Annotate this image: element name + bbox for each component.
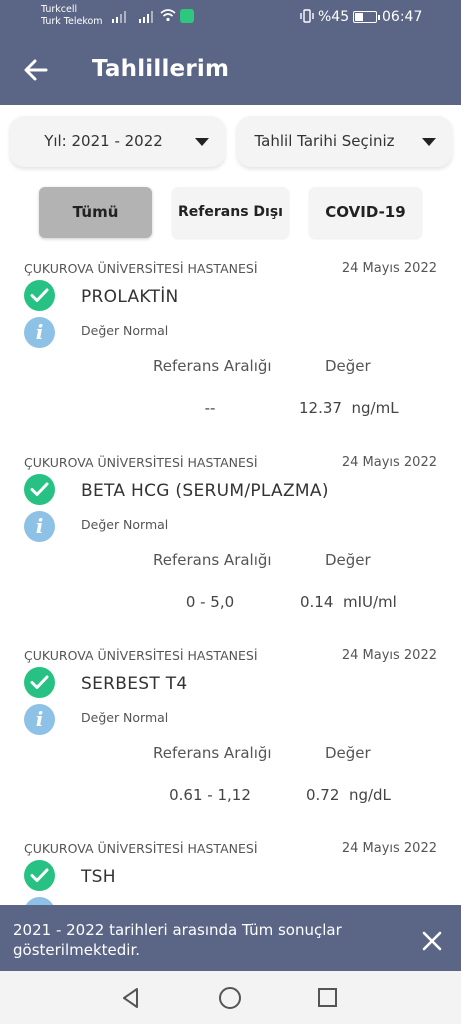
result-value: 0.14 mIU/ml [300, 593, 397, 611]
value-unit: mIU/ml [342, 593, 397, 611]
signal-2-icon [139, 9, 153, 23]
page-title: Tahlillerim [92, 56, 230, 82]
check-circle-icon [24, 474, 55, 505]
carrier-1: Turkcell [41, 4, 78, 15]
info-icon[interactable]: i [24, 317, 55, 348]
nav-recent-icon[interactable] [318, 988, 337, 1007]
result-card[interactable]: ÇUKUROVA ÜNİVERSİTESİ HASTANESİ 24 Mayıs… [0, 841, 461, 905]
value-number: 0.72 [306, 786, 340, 804]
value-unit: ng/mL [351, 399, 399, 417]
nav-home-icon[interactable] [219, 987, 241, 1009]
reference-range-label: Referans Aralığı [153, 357, 272, 375]
year-select-label: Yıl: 2021 - 2022 [44, 132, 163, 150]
test-name: PROLAKTİN [81, 287, 179, 307]
reference-range-value: 0.61 - 1,12 [169, 786, 251, 804]
result-card[interactable]: ÇUKUROVA ÜNİVERSİTESİ HASTANESİ 24 Mayıs… [0, 455, 461, 649]
info-snackbar: 2021 - 2022 tarihleri arasında Tüm sonuç… [0, 905, 461, 971]
result-card[interactable]: ÇUKUROVA ÜNİVERSİTESİ HASTANESİ 24 Mayıs… [0, 648, 461, 842]
value-unit: ng/dL [348, 786, 391, 804]
value-number: 0.14 [300, 593, 334, 611]
check-circle-icon [24, 860, 55, 891]
result-value: 0.72 ng/dL [306, 786, 391, 804]
signal-icon [112, 9, 126, 23]
result-date: 24 Mayıs 2022 [341, 841, 437, 856]
info-icon[interactable]: i [24, 704, 55, 735]
app-header: Tahlillerim [0, 34, 461, 105]
tab-out-of-range[interactable]: Referans Dışı [172, 187, 289, 238]
value-label: Değer [325, 551, 371, 569]
reference-range-label: Referans Aralığı [153, 744, 272, 762]
system-nav-bar [0, 971, 461, 1024]
info-icon[interactable]: i [24, 511, 55, 542]
hospital-name: ÇUKUROVA ÜNİVERSİTESİ HASTANESİ [24, 648, 258, 663]
value-label: Değer [325, 744, 371, 762]
carrier-names: Turkcell Turk Telekom [41, 4, 103, 28]
date-select-label: Tahlil Tarihi Seçiniz [254, 132, 395, 150]
caret-down-icon [422, 138, 436, 146]
info-icon[interactable] [24, 897, 55, 905]
result-date: 24 Mayıs 2022 [341, 261, 437, 276]
carrier-2: Turk Telekom [41, 16, 103, 27]
result-date: 24 Mayıs 2022 [341, 648, 437, 663]
date-select[interactable]: Tahlil Tarihi Seçiniz [237, 116, 452, 167]
hospital-name: ÇUKUROVA ÜNİVERSİTESİ HASTANESİ [24, 261, 258, 276]
value-label: Değer [325, 357, 371, 375]
snackbar-message: 2021 - 2022 tarihleri arasında Tüm sonuç… [13, 921, 342, 959]
result-date: 24 Mayıs 2022 [341, 455, 437, 470]
test-name: BETA HCG (SERUM/PLAZMA) [81, 481, 329, 501]
reference-range-value: 0 - 5,0 [185, 593, 235, 611]
year-select[interactable]: Yıl: 2021 - 2022 [10, 116, 225, 167]
value-number: 12.37 [299, 399, 342, 417]
result-status: Değer Normal [81, 323, 169, 338]
result-card[interactable]: ÇUKUROVA ÜNİVERSİTESİ HASTANESİ 24 Mayıs… [0, 261, 461, 455]
check-circle-icon [24, 667, 55, 698]
vibrate-icon [300, 9, 314, 23]
result-status: Değer Normal [81, 710, 169, 725]
result-status: Değer Normal [81, 517, 169, 532]
reference-range-label: Referans Aralığı [153, 551, 272, 569]
back-arrow-icon[interactable] [20, 54, 52, 86]
reference-range-value: -- [204, 399, 216, 417]
close-icon[interactable] [418, 927, 446, 955]
test-name: TSH [81, 867, 116, 887]
caret-down-icon [195, 138, 209, 146]
clock: 06:47 [382, 9, 423, 25]
nav-back-icon[interactable] [120, 987, 142, 1009]
test-name: SERBEST T4 [81, 674, 188, 694]
tab-covid[interactable]: COVID-19 [309, 187, 422, 238]
hospital-name: ÇUKUROVA ÜNİVERSİTESİ HASTANESİ [24, 455, 258, 470]
notification-badge-icon [180, 9, 194, 23]
status-bar: Turkcell Turk Telekom %45 06:47 [0, 0, 461, 34]
wifi-icon [160, 9, 176, 22]
hospital-name: ÇUKUROVA ÜNİVERSİTESİ HASTANESİ [24, 841, 258, 856]
result-value: 12.37 ng/mL [299, 399, 399, 417]
battery-percent: %45 [318, 9, 350, 25]
tab-all[interactable]: Tümü [39, 187, 152, 238]
battery-icon [353, 11, 380, 23]
check-circle-icon [24, 280, 55, 311]
